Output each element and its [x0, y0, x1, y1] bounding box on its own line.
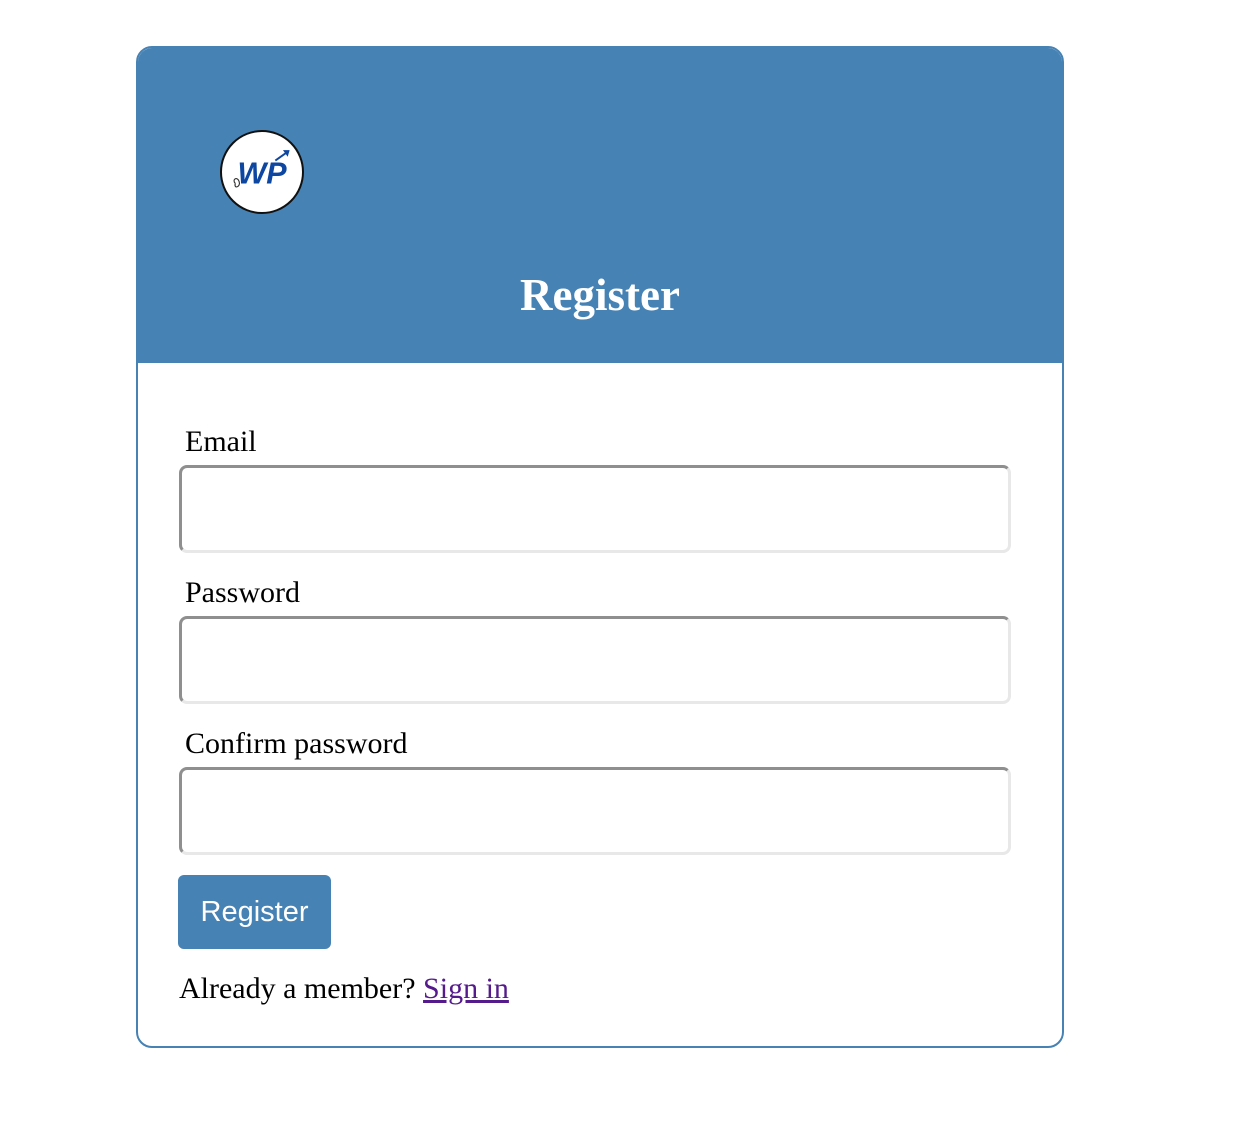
sign-in-prompt: Already a member? Sign in — [179, 969, 509, 1009]
register-button[interactable]: Register — [178, 875, 331, 949]
email-label: Email — [185, 425, 257, 458]
wp-logo-icon: WP — [220, 130, 304, 214]
password-label: Password — [185, 576, 301, 609]
sign-in-prompt-text: Already a member? — [179, 972, 416, 1005]
email-field[interactable] — [179, 465, 1011, 553]
page-title: Register — [520, 270, 680, 320]
logo-text: WP — [237, 156, 287, 190]
register-card: WP Register Email Password Confirm passw… — [136, 46, 1064, 1048]
card-header: WP Register — [138, 48, 1062, 363]
confirm-password-field[interactable] — [179, 767, 1011, 855]
sign-in-link[interactable]: Sign in — [423, 972, 509, 1005]
confirm-password-label: Confirm password — [185, 727, 408, 760]
password-field[interactable] — [179, 616, 1011, 704]
